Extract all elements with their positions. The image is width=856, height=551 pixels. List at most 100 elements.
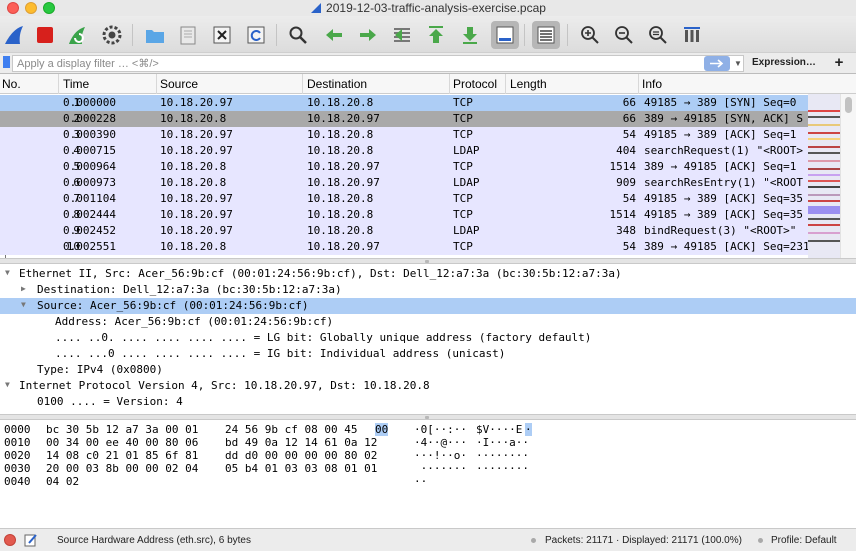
packet-list-scrollbar[interactable] [840, 94, 856, 258]
bytes-ascii: ········ [476, 449, 529, 462]
main-toolbar [0, 16, 856, 52]
column-header-source[interactable]: Source [160, 77, 198, 91]
filter-history-dropdown[interactable]: ▼ [732, 56, 744, 71]
packet-time: 0.001104 [63, 192, 116, 205]
bytes-offset: 0020 [4, 449, 31, 462]
add-filter-button[interactable]: + [829, 54, 849, 71]
tree-item-destination[interactable]: ▶ Destination: Dell_12:a7:3a (bc:30:5b:1… [0, 282, 856, 298]
save-file-icon[interactable] [174, 21, 202, 49]
stop-capture-icon[interactable] [31, 21, 59, 49]
column-header-no[interactable]: No. [2, 77, 21, 91]
display-filter-bar: Apply a display filter … <⌘/> ▼ Expressi… [0, 52, 856, 74]
tree-item-type[interactable]: Type: IPv4 (0x0800) [0, 362, 856, 378]
packet-info: 49185 → 389 [SYN] Seq=0 [644, 96, 797, 109]
go-last-icon[interactable] [456, 21, 484, 49]
capture-options-icon[interactable] [98, 21, 126, 49]
packet-row[interactable]: 6 0.000973 10.18.20.8 10.18.20.97 LDAP 909 sea… [0, 175, 808, 191]
capture-comment-icon[interactable] [24, 533, 38, 547]
bytes-hex-selected: 00 [375, 423, 389, 436]
tree-item-ethernet[interactable]: ▼ Ethernet II, Src: Acer_56:9b:cf (00:01… [0, 266, 856, 282]
packet-length: 348 [616, 224, 636, 237]
bytes-ascii: ·4··@··· [414, 436, 467, 449]
open-folder-icon[interactable] [141, 21, 169, 49]
close-file-icon[interactable] [208, 21, 236, 49]
tree-item-address[interactable]: Address: Acer_56:9b:cf (00:01:24:56:9b:c… [0, 314, 856, 330]
packet-row[interactable]: 7 0.001104 10.18.20.97 10.18.20.8 TCP 54 49185… [0, 191, 808, 207]
bytes-hex: 20 00 03 8b 00 00 02 04 [46, 462, 199, 475]
packet-info: bindRequest(3) "<ROOT>" [644, 224, 797, 237]
expanded-triangle-icon[interactable]: ▼ [21, 300, 26, 309]
packet-length: 1514 [609, 160, 637, 173]
expanded-triangle-icon[interactable]: ▼ [5, 268, 10, 277]
go-to-packet-icon[interactable] [388, 21, 416, 49]
display-filter-input[interactable]: Apply a display filter … <⌘/> [12, 55, 744, 72]
packet-protocol: TCP [453, 96, 473, 109]
bytes-offset: 0030 [4, 462, 31, 475]
restart-capture-icon[interactable] [63, 21, 91, 49]
autoscroll-icon[interactable] [491, 21, 519, 49]
tree-item-ipv4[interactable]: ▼ Internet Protocol Version 4, Src: 10.1… [0, 378, 856, 394]
packet-row[interactable]: 8 0.002444 10.18.20.97 10.18.20.8 TCP 1514 491… [0, 207, 808, 223]
packet-info: 49185 → 389 [ACK] Seq=35 [644, 192, 803, 205]
reload-icon[interactable] [242, 21, 270, 49]
collapsed-triangle-icon[interactable]: ▶ [21, 284, 26, 293]
wireshark-file-icon [311, 3, 322, 13]
go-back-icon[interactable] [320, 21, 348, 49]
bytes-ascii: ·· [414, 475, 428, 488]
column-header-destination[interactable]: Destination [307, 77, 367, 91]
packet-source: 10.18.20.8 [160, 160, 227, 173]
normal-size-icon[interactable] [644, 21, 672, 49]
bytes-hex: 05 b4 01 03 03 08 01 01 [225, 462, 378, 475]
tree-item-lg-bit[interactable]: .... ..0. .... .... .... .... = LG bit: … [0, 330, 856, 346]
packet-source: 10.18.20.97 [160, 192, 233, 205]
packet-info: 49185 → 389 [ACK] Seq=35 [644, 208, 803, 221]
apply-filter-button[interactable] [704, 56, 730, 71]
tree-item-ig-bit[interactable]: .... ...0 .... .... .... .... = IG bit: … [0, 346, 856, 362]
bytes-ascii-selected: · [525, 423, 532, 436]
tree-item-source[interactable]: ▼ Source: Acer_56:9b:cf (00:01:24:56:9b:… [0, 298, 856, 314]
bytes-ascii: ········ [476, 462, 529, 475]
go-first-icon[interactable] [422, 21, 450, 49]
expression-button[interactable]: Expression… [752, 57, 816, 68]
expert-info-icon[interactable] [4, 534, 16, 546]
column-header-length[interactable]: Length [510, 77, 547, 91]
packet-length: 54 [622, 128, 636, 141]
status-bar: Source Hardware Address (eth.src), 6 byt… [0, 528, 856, 551]
packet-time: 0.000228 [63, 112, 116, 125]
arrow-right-icon [710, 59, 724, 68]
packet-source: 10.18.20.97 [160, 224, 233, 237]
column-header-info[interactable]: Info [642, 77, 662, 91]
expanded-triangle-icon[interactable]: ▼ [5, 380, 10, 389]
packet-length: 404 [616, 144, 636, 157]
packet-row[interactable]: 3 0.000390 10.18.20.97 10.18.20.8 TCP 54 49185… [0, 127, 808, 143]
packet-row[interactable]: 4 0.000715 10.18.20.97 10.18.20.8 LDAP 404 sea… [0, 143, 808, 159]
packet-info: searchRequest(1) "<ROOT> [644, 144, 803, 157]
bytes-hex: 00 34 00 ee 40 00 80 06 [46, 436, 199, 449]
packet-row[interactable]: 5 0.000964 10.18.20.8 10.18.20.97 TCP 1514 389… [0, 159, 808, 175]
packet-row[interactable]: 1 0.000000 10.18.20.97 10.18.20.8 TCP 66 49185… [0, 95, 808, 111]
zoom-in-icon[interactable] [576, 21, 604, 49]
colorize-icon[interactable] [532, 21, 560, 49]
status-profile-text[interactable]: Profile: Default [771, 535, 837, 546]
column-header-time[interactable]: Time [63, 77, 89, 91]
packet-length: 54 [622, 192, 636, 205]
packet-destination: 10.18.20.8 [307, 128, 374, 141]
column-header-protocol[interactable]: Protocol [453, 77, 497, 91]
packet-row[interactable]: 10 0.002551 10.18.20.8 10.18.20.97 TCP 54 389 … [0, 239, 812, 255]
scrollbar-thumb[interactable] [845, 97, 852, 113]
resize-columns-icon[interactable] [678, 21, 706, 49]
zoom-out-icon[interactable] [610, 21, 638, 49]
packet-row[interactable]: 2 0.000228 10.18.20.8 10.18.20.97 TCP 66 389 →… [0, 111, 808, 127]
packet-protocol: LDAP [453, 176, 480, 189]
tree-item-version[interactable]: 0100 .... = Version: 4 [0, 394, 856, 410]
packet-time: 0.000390 [63, 128, 116, 141]
shark-fin-start-icon[interactable] [0, 21, 28, 49]
packet-info: 389 → 49185 [ACK] Seq=1 [644, 160, 797, 173]
packet-protocol: TCP [453, 160, 473, 173]
go-forward-icon[interactable] [354, 21, 382, 49]
search-packet-icon[interactable] [284, 21, 312, 49]
packet-minimap[interactable] [808, 94, 840, 258]
filter-bookmark-icon[interactable] [3, 56, 10, 68]
packet-row[interactable]: 9 0.002452 10.18.20.97 10.18.20.8 LDAP 348 bin… [0, 223, 808, 239]
packet-time: 0.002444 [63, 208, 116, 221]
